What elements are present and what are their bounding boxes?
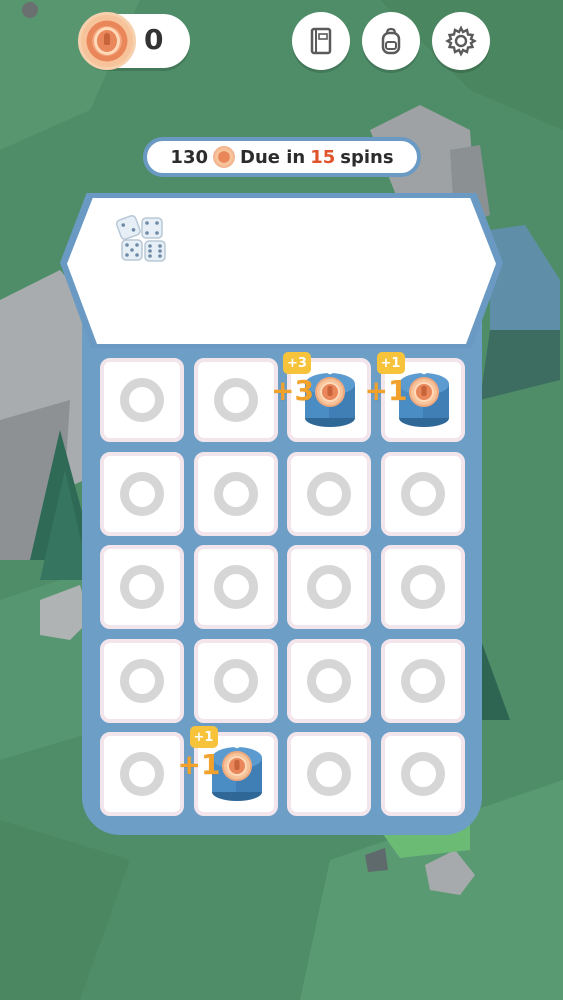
journal-button[interactable] (292, 12, 350, 70)
backpack-icon (381, 27, 401, 55)
grid-cell (380, 451, 465, 536)
grid-cell (193, 545, 278, 629)
bonus-badge: +1 (376, 352, 405, 374)
gear-icon (445, 25, 477, 57)
empty-slot-ring (120, 565, 164, 609)
book-icon (310, 27, 332, 55)
grid-cell (193, 451, 278, 536)
bonus-popup-text: +3 (271, 374, 314, 407)
grid-cell (380, 638, 465, 723)
grid-cell (100, 451, 184, 536)
bonus-popup-text: +1 (177, 748, 221, 781)
bonus-popup-text: +1 (364, 374, 408, 407)
empty-slot-ring (120, 752, 164, 796)
due-text-before: Due in (240, 146, 306, 168)
empty-slot-ring (120, 378, 164, 422)
due-banner: 130 Due in 15 spins (143, 137, 421, 177)
empty-slot-ring (307, 471, 351, 516)
empty-slot-ring (120, 658, 164, 703)
backpack-button[interactable] (362, 12, 420, 70)
empty-slot-ring (400, 471, 445, 516)
empty-slot-ring (400, 565, 445, 609)
grid-cell (100, 545, 184, 629)
dice-icon[interactable] (116, 213, 168, 263)
grid-cell (380, 732, 465, 816)
coin-count: 0 (144, 23, 164, 56)
grid-cell (100, 358, 184, 442)
grid-cell (100, 732, 184, 816)
empty-slot-ring (213, 565, 258, 609)
bonus-badge: +3 (283, 352, 311, 374)
coin-icon (78, 12, 136, 70)
coin-counter: 0 (78, 12, 190, 70)
grid-cell (193, 358, 278, 442)
empty-slot-ring (307, 658, 351, 703)
empty-slot-ring (120, 471, 164, 516)
grid-cell (287, 545, 371, 629)
due-text-after: spins (340, 146, 394, 168)
grid-cell (287, 732, 371, 816)
grid-cell (193, 638, 278, 723)
empty-slot-ring (400, 752, 445, 796)
empty-slot-ring (307, 752, 351, 796)
grid-cell (287, 638, 371, 723)
bonus-badge: +1 (189, 726, 218, 748)
empty-slot-ring (213, 471, 258, 516)
empty-slot-ring (213, 658, 258, 703)
grid-cell (100, 638, 184, 723)
empty-slot-ring (213, 378, 258, 422)
grid-cell (287, 451, 371, 536)
due-spins-count: 15 (310, 146, 336, 168)
empty-slot-ring (307, 565, 351, 609)
grid-cell (380, 545, 465, 629)
coin-icon (213, 146, 235, 168)
due-amount: 130 (170, 146, 208, 168)
settings-button[interactable] (432, 12, 490, 70)
empty-slot-ring (400, 658, 445, 703)
